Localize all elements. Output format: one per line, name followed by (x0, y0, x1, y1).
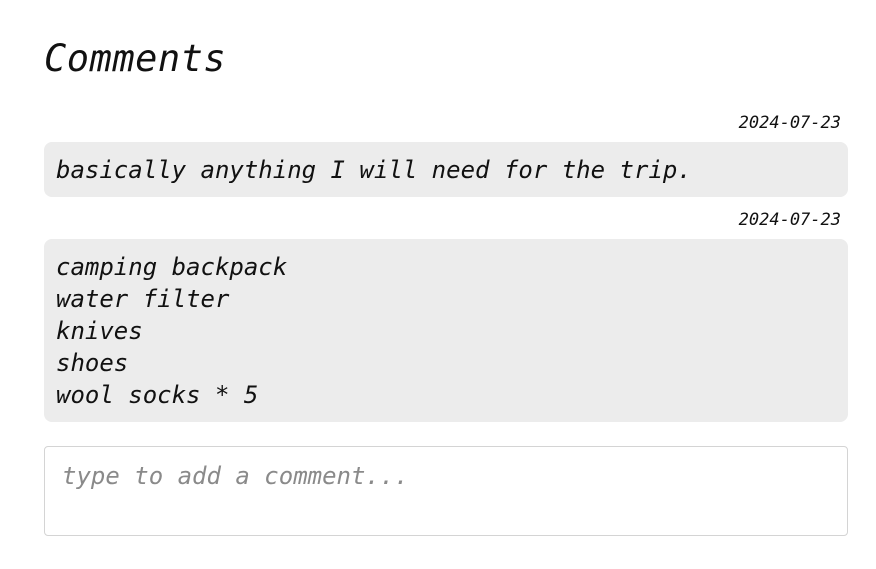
page-title: Comments (44, 37, 227, 80)
comment-input[interactable] (44, 446, 848, 536)
comment-date: 2024-07-23 (738, 210, 841, 230)
comment-item: 2024-07-23 camping backpack water filter… (44, 210, 848, 422)
comment-body: basically anything I will need for the t… (44, 142, 848, 197)
comment-body: camping backpack water filter knives sho… (44, 239, 848, 422)
comment-item: 2024-07-23 basically anything I will nee… (44, 113, 848, 197)
comment-date: 2024-07-23 (738, 113, 841, 133)
